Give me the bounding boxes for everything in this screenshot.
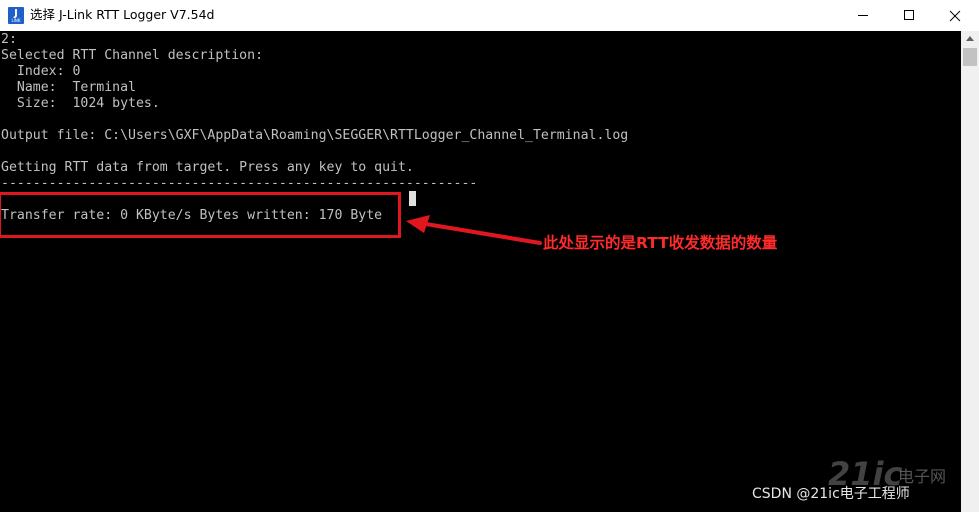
title-bar[interactable]: J LINK 选择 J-Link RTT Logger V7.54d [0,0,979,31]
jlink-app-icon[interactable]: J LINK [8,7,24,24]
app-icon-caption: LINK [11,17,21,23]
annotation-arrow-icon [406,215,542,245]
console-line: Getting RTT data from target. Press any … [1,160,414,175]
console-line: 2: [1,32,17,47]
annotation-text: 此处显示的是RTT收发数据的数量 [543,234,778,252]
app-icon-letter: J [14,7,18,19]
close-icon [949,10,961,22]
chevron-up-icon [966,36,974,41]
window-title: 选择 J-Link RTT Logger V7.54d [30,7,215,22]
console-line: ----------------------------------------… [1,176,478,191]
text-cursor [409,191,416,206]
maximize-icon [904,10,914,20]
close-button[interactable] [932,0,978,31]
scrollbar-thumb[interactable] [963,48,977,66]
maximize-button[interactable] [886,0,932,31]
scroll-up-button[interactable] [961,31,979,47]
watermark-csdn: CSDN @21ic电子工程师 [752,486,910,502]
annotation-highlight-box [0,192,401,238]
console-line: Selected RTT Channel description: [1,48,264,63]
console-output[interactable]: 2: Selected RTT Channel description: Ind… [0,31,961,512]
console-window: J LINK 选择 J-Link RTT Logger V7.54d 2: Se… [0,0,979,512]
minimize-button[interactable] [840,0,886,31]
console-line: Size: 1024 bytes. [1,96,160,111]
vertical-scrollbar[interactable] [961,31,979,512]
console-line: Name: Terminal [1,80,136,95]
console-line: Index: 0 [1,64,81,79]
minimize-icon [858,15,868,16]
console-line: Output file: C:\Users\GXF\AppData\Roamin… [1,128,629,143]
